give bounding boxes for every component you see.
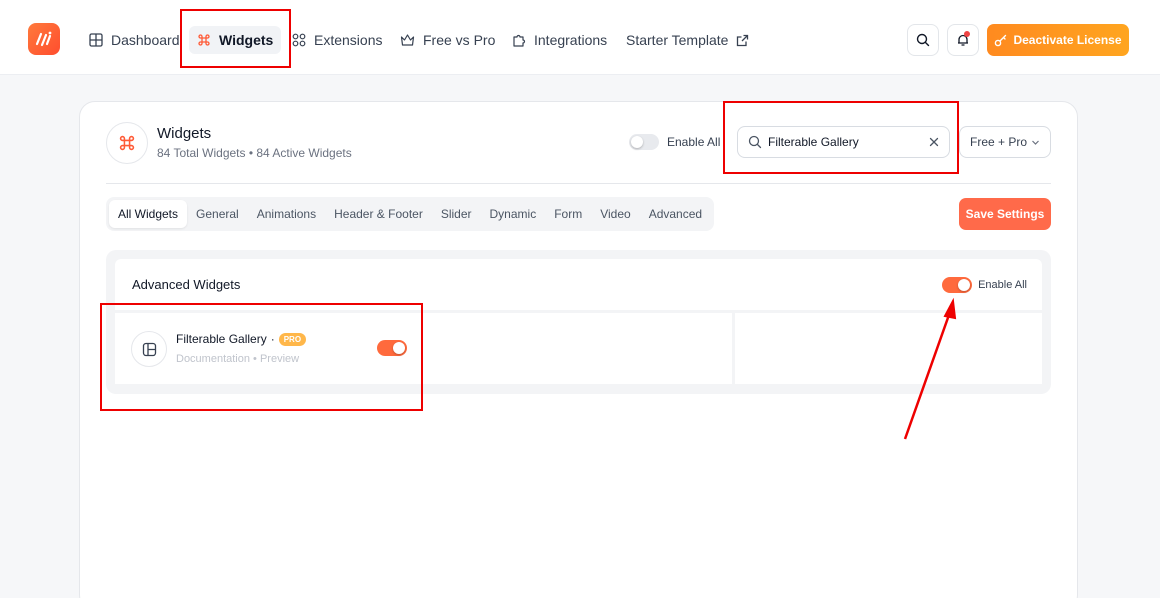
annotation-arrow (903, 297, 957, 440)
